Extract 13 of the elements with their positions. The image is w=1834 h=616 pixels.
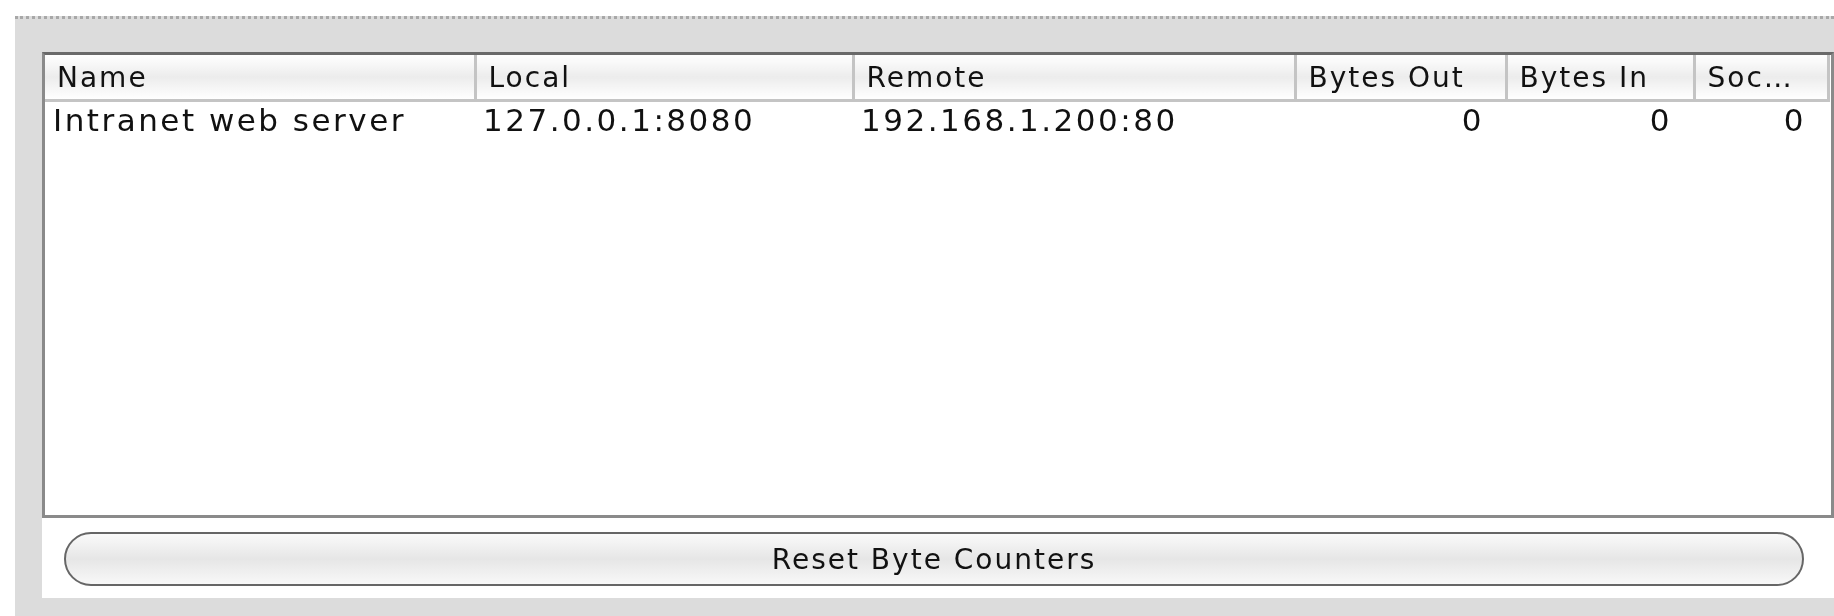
column-header[interactable]: Soc…: [1694, 55, 1828, 101]
table-cell: 0: [1694, 100, 1828, 138]
column-header[interactable]: Local: [475, 55, 853, 101]
table-cell: 0: [1506, 100, 1694, 138]
table-cell: 127.0.0.1:8080: [475, 100, 853, 138]
reset-button[interactable]: Reset Byte Counters: [64, 532, 1804, 586]
column-header[interactable]: Remote: [853, 55, 1295, 101]
column-header[interactable]: Bytes In: [1506, 55, 1694, 101]
table-cell: Intranet web server: [45, 100, 475, 138]
table-cell: 0: [1295, 100, 1506, 138]
column-header[interactable]: Name: [45, 55, 475, 101]
table-cell: 192.168.1.200:80: [853, 100, 1295, 138]
column-header[interactable]: Bytes Out: [1295, 55, 1506, 101]
